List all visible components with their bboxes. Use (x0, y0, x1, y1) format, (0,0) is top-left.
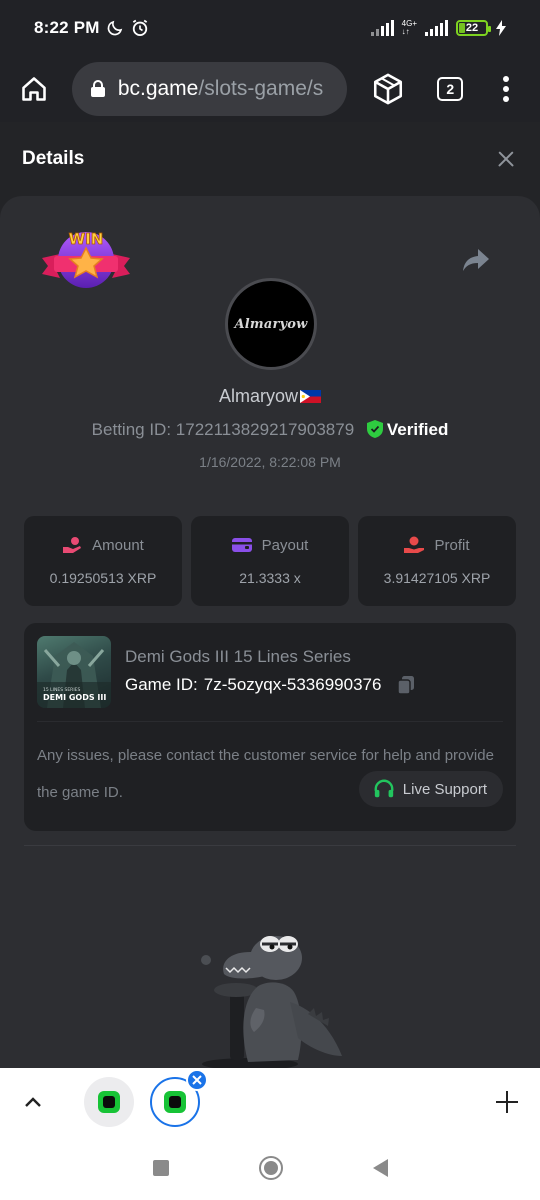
betting-id-value: 1722113829217903879 (175, 420, 355, 439)
status-time: 8:22 PM (34, 18, 100, 37)
menu-button[interactable] (486, 69, 526, 109)
philippines-flag-icon (300, 390, 321, 403)
copy-icon[interactable] (397, 675, 415, 695)
charging-icon (496, 20, 506, 36)
cube-icon (374, 73, 403, 105)
alarm-icon (132, 19, 147, 36)
crocodile-mascot-illustration (201, 936, 342, 1068)
lock-icon (90, 80, 105, 97)
moon-icon (107, 20, 122, 36)
username-row: Almaryow (0, 386, 540, 407)
stat-card-profit: Profit 3.91427105 XRP (358, 516, 516, 606)
home-nav-button[interactable] (258, 1156, 283, 1180)
tabs-count: 2 (437, 77, 464, 101)
win-badge-text: WIN (69, 230, 104, 248)
game-thumb-title: DEMI GODS III (43, 693, 106, 702)
game-card: 15 LINES SERIES DEMI GODS III Demi Gods … (24, 623, 516, 831)
recents-button[interactable] (152, 1160, 169, 1176)
close-tab-button[interactable] (186, 1069, 208, 1091)
tab-thumbnail-2-active[interactable] (150, 1069, 208, 1127)
new-tab-button[interactable] (494, 1089, 520, 1115)
verified-label: Verified (386, 420, 449, 439)
avatar-text: Almaryow (234, 316, 308, 332)
details-header: Details (0, 122, 540, 196)
signal-icon-2 (425, 20, 448, 36)
browser-toolbar: bc.game/slots-game/s 2 (0, 56, 540, 122)
stat-card-payout: Payout 21.3333 x (191, 516, 349, 606)
tab-strip (0, 1068, 540, 1136)
more-vertical-icon (503, 76, 510, 102)
details-page: Details WIN Almaryow Almaryow Betting ID… (0, 122, 540, 1068)
win-badge-icon: WIN (42, 230, 130, 288)
stat-value-payout: 21.3333 x (239, 569, 301, 586)
game-id-row: Game ID: 7z-5ozyqx-5336990376 (125, 675, 415, 695)
stat-label-profit: Profit (434, 536, 470, 554)
game-thumbnail[interactable]: 15 LINES SERIES DEMI GODS III (37, 636, 111, 708)
tabs-button[interactable]: 2 (430, 69, 470, 109)
game-name[interactable]: Demi Gods III 15 Lines Series (125, 647, 351, 667)
stat-value-profit: 3.91427105 XRP (383, 570, 491, 586)
wallet-icon (231, 538, 252, 552)
close-tab-icon (192, 1075, 202, 1085)
expand-tabs-button[interactable] (20, 1089, 46, 1115)
stat-card-amount: Amount 0.19250513 XRP (24, 516, 182, 606)
section-divider (24, 845, 516, 846)
share-icon[interactable] (462, 248, 490, 272)
stat-label-amount: Amount (92, 536, 144, 554)
live-support-label: Live Support (402, 780, 487, 798)
betting-id-row: Betting ID: 1722113829217903879 Verified (0, 420, 540, 440)
home-button[interactable] (14, 69, 54, 109)
betting-id-label: Betting ID: (91, 420, 172, 439)
bc-game-logo-icon-2 (164, 1091, 186, 1113)
status-bar: 8:22 PM 4G+ ↓↑ 22 (0, 0, 540, 56)
live-support-button[interactable]: Live Support (358, 771, 503, 807)
address-bar[interactable]: bc.game/slots-game/s (71, 62, 347, 116)
chevron-up-icon (25, 1097, 41, 1107)
game-card-divider (37, 721, 503, 722)
close-icon[interactable] (494, 147, 518, 171)
details-title: Details (22, 148, 85, 169)
verified-shield-icon (366, 420, 383, 438)
url-host: bc.game (117, 77, 199, 100)
network-badge: 4G+ ↓↑ (401, 19, 417, 36)
game-art: 15 LINES SERIES DEMI GODS III (37, 642, 111, 708)
bc-game-logo-icon (98, 1091, 120, 1113)
profit-hand-icon (404, 536, 425, 553)
bet-timestamp: 1/16/2022, 8:22:08 PM (199, 454, 341, 470)
game-id-label: Game ID: (125, 675, 198, 694)
back-button[interactable] (372, 1159, 388, 1177)
system-nav-bar (0, 1136, 540, 1200)
home-icon (22, 77, 46, 101)
tab-thumbnail-1[interactable] (84, 1077, 134, 1127)
stats-row: Amount 0.19250513 XRP Payout 21.3333 x P… (24, 516, 516, 606)
game-id-value: 7z-5ozyqx-5336990376 (203, 675, 382, 694)
bet-details-sheet: WIN Almaryow Almaryow Betting ID: 172211… (0, 196, 540, 1068)
username: Almaryow (218, 386, 298, 406)
signal-icon (370, 20, 394, 36)
stat-label-payout: Payout (261, 536, 309, 554)
extension-button[interactable] (369, 69, 409, 109)
avatar: Almaryow (225, 278, 317, 370)
battery-icon: 22 (456, 20, 491, 36)
coins-hand-icon (63, 537, 82, 553)
stat-value-amount: 0.19250513 XRP (49, 570, 157, 586)
url-path: /slots-game/s (198, 77, 324, 100)
battery-level: 22 (465, 22, 479, 34)
headset-icon (374, 779, 394, 798)
